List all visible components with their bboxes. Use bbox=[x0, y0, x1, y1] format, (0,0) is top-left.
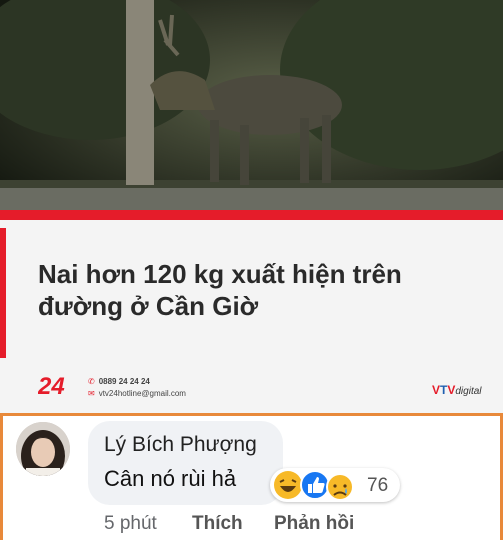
headline-red-bar bbox=[0, 210, 503, 220]
sad-icon bbox=[326, 473, 354, 501]
brand-24-logo: 24 bbox=[37, 372, 74, 400]
mail-icon: ✉ bbox=[88, 389, 95, 398]
comment-text: Cân nó rùi hả bbox=[104, 466, 237, 491]
vtv-digital-logo: VTVdigital bbox=[432, 383, 482, 397]
reply-button[interactable]: Phản hồi bbox=[274, 513, 354, 535]
svg-text:24: 24 bbox=[38, 373, 65, 398]
like-button[interactable]: Thích bbox=[192, 513, 243, 535]
article-photo bbox=[0, 0, 503, 212]
haha-icon bbox=[274, 471, 302, 499]
headline-accent bbox=[0, 228, 6, 358]
comment-time[interactable]: 5 phút bbox=[104, 513, 157, 535]
like-icon bbox=[300, 470, 330, 500]
avatar[interactable] bbox=[16, 422, 70, 476]
phone-icon: ✆ bbox=[88, 377, 95, 386]
contact-info: ✆ 0889 24 24 24 ✉ vtv24hotline@gmail.com bbox=[88, 376, 186, 400]
email-address: vtv24hotline@gmail.com bbox=[98, 389, 186, 398]
reaction-count[interactable]: 76 bbox=[367, 475, 388, 497]
deer-photo bbox=[0, 0, 503, 212]
comment-author[interactable]: Lý Bích Phượng bbox=[104, 433, 257, 457]
article-headline[interactable]: Nai hơn 120 kg xuất hiện trên đường ở Cầ… bbox=[38, 258, 478, 322]
phone-number: 0889 24 24 24 bbox=[98, 377, 150, 386]
